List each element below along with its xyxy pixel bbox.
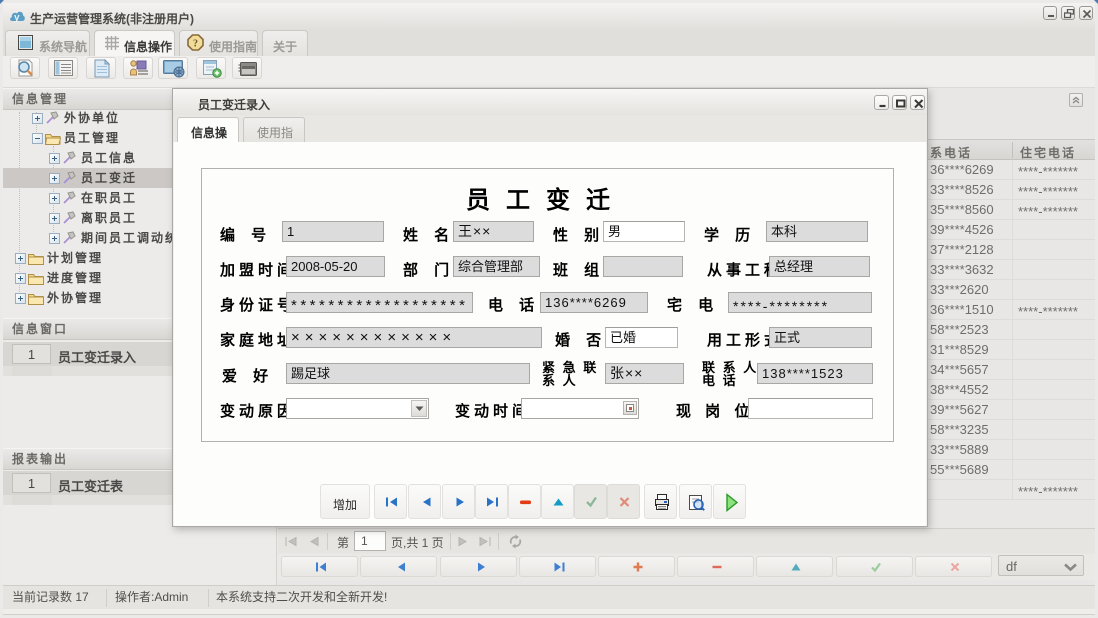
svg-text:?: ? xyxy=(193,39,198,50)
svg-text:y: y xyxy=(14,13,20,24)
